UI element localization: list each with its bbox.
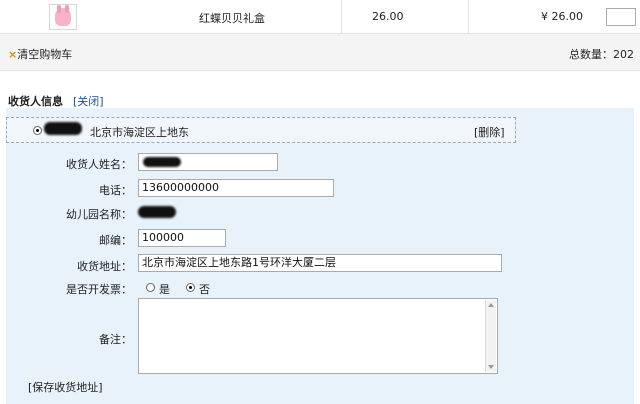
invoice-no-label: 否 xyxy=(199,283,210,296)
invoice-yes-radio[interactable] xyxy=(146,283,155,292)
close-icon: × xyxy=(8,48,18,61)
divider xyxy=(468,0,469,33)
bunny-icon xyxy=(55,5,71,26)
name-label: 收货人姓名： xyxy=(66,158,132,171)
redacted-kindergarten-blob xyxy=(138,206,176,218)
zip-input[interactable]: 100000 xyxy=(138,229,226,247)
zip-label: 邮编： xyxy=(99,234,132,247)
total-quantity: 总数量：202 xyxy=(569,48,634,61)
saved-address-item[interactable] xyxy=(6,117,516,143)
quantity-input[interactable] xyxy=(606,8,636,26)
scroll-up-icon[interactable] xyxy=(488,303,494,307)
product-thumbnail[interactable] xyxy=(49,4,77,30)
name-input[interactable] xyxy=(138,153,278,171)
product-subtotal: ¥ 26.00 xyxy=(541,10,583,23)
invoice-label: 是否开发票： xyxy=(66,283,132,296)
phone-input[interactable]: 13600000000 xyxy=(138,179,334,197)
divider xyxy=(341,0,342,33)
phone-label: 电话： xyxy=(99,184,132,197)
saved-address-text: 北京市海淀区上地东 xyxy=(90,126,189,139)
close-link[interactable]: [关闭] xyxy=(73,93,104,109)
address-input[interactable]: 北京市海淀区上地东路1号环洋大厦二层 xyxy=(138,254,502,272)
redacted-name-blob xyxy=(143,157,181,167)
product-price: 26.00 xyxy=(372,10,404,23)
clear-cart-label: 清空购物车 xyxy=(17,48,73,61)
note-label: 备注： xyxy=(99,333,132,346)
kindergarten-label: 幼儿园名称： xyxy=(66,208,132,221)
textarea-scrollbar[interactable] xyxy=(485,300,496,372)
save-address-link[interactable]: [保存收货地址] xyxy=(28,379,103,395)
saved-address-radio[interactable] xyxy=(33,126,42,135)
scroll-down-icon[interactable] xyxy=(488,365,494,369)
clear-cart-button[interactable]: ×清空购物车 xyxy=(8,46,72,62)
note-textarea[interactable] xyxy=(138,298,498,374)
cart-product-row: 红蝶贝贝礼盒 26.00 ¥ 26.00 xyxy=(0,0,640,34)
redacted-name-blob xyxy=(44,122,82,135)
invoice-yes-label: 是 xyxy=(159,283,170,296)
bunny-ear xyxy=(65,5,69,13)
section-title: 收货人信息 xyxy=(8,95,63,108)
address-label: 收货地址： xyxy=(77,260,132,273)
cart-summary-bar: ×清空购物车 总数量：202 xyxy=(0,34,640,71)
delete-address-link[interactable]: [删除] xyxy=(474,124,505,140)
product-name[interactable]: 红蝶贝贝礼盒 xyxy=(199,10,265,26)
invoice-no-radio[interactable] xyxy=(186,283,195,292)
bunny-ear xyxy=(57,5,61,13)
